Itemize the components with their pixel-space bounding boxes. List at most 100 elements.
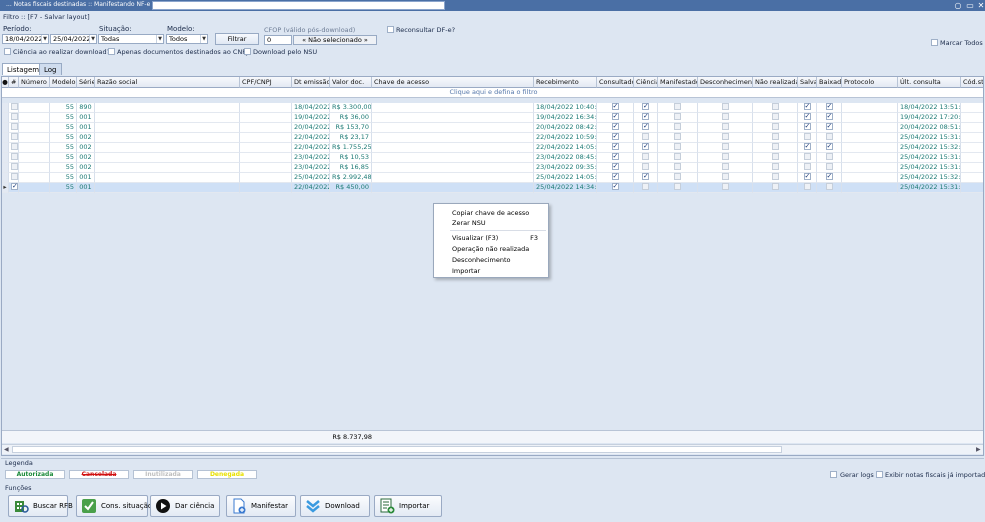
exibir-importadas-checkbox[interactable] [876, 471, 883, 480]
col-numero[interactable]: Número [19, 77, 50, 88]
cell-nao_realizada-checkbox[interactable] [771, 103, 779, 110]
cell-consultado-checkbox[interactable] [611, 153, 619, 161]
table-row[interactable]: 55 002 23/04/2022 R$ 10,53 23/04/2022 08:45:… [2, 153, 983, 163]
cell-ciencia-checkbox[interactable] [642, 183, 649, 190]
cell-ciencia-checkbox[interactable] [642, 123, 649, 131]
cell-ciencia-checkbox[interactable] [642, 103, 649, 111]
row-select-checkbox[interactable] [11, 133, 18, 140]
cell-desconhecimento-checkbox[interactable] [721, 133, 729, 140]
cell-consultado-checkbox[interactable] [611, 123, 619, 131]
cell-baixado-checkbox[interactable] [825, 153, 833, 160]
scroll-left-icon[interactable]: ◀ [4, 446, 9, 453]
importar-button[interactable]: Importar [374, 495, 442, 517]
cell-manifestado-checkbox[interactable] [674, 133, 681, 140]
row-select-checkbox[interactable] [11, 103, 18, 110]
cell-manifestado-checkbox[interactable] [674, 103, 681, 110]
cell-ciencia-checkbox[interactable] [642, 133, 649, 140]
tab-listagem[interactable]: Listagem [2, 63, 45, 75]
cell-desconhecimento-checkbox[interactable] [721, 113, 729, 120]
date-from-input[interactable]: 18/04/2022 ▼ [2, 34, 49, 44]
cell-nao_realizada-checkbox[interactable] [771, 183, 779, 190]
table-row[interactable]: 55 002 22/04/2022 R$ 1.755,25 22/04/2022 14:… [2, 143, 983, 153]
cell-desconhecimento-checkbox[interactable] [721, 183, 729, 190]
cell-manifestado-checkbox[interactable] [674, 123, 681, 130]
col-baixado[interactable]: Baixado [817, 77, 842, 88]
cell-ciencia-checkbox[interactable] [642, 153, 649, 160]
col-razao[interactable]: Razão social [95, 77, 240, 88]
cfop-input[interactable]: 0 [264, 35, 292, 45]
close-icon[interactable]: ✕ [975, 0, 985, 11]
cell-baixado-checkbox[interactable] [825, 183, 833, 190]
cell-ciencia-checkbox[interactable] [642, 113, 649, 121]
cell-consultado-checkbox[interactable] [611, 143, 619, 151]
table-row[interactable]: 55 001 25/04/2022 R$ 2.992,48 25/04/2022 14:… [2, 173, 983, 183]
cell-salva-checkbox[interactable] [803, 123, 811, 131]
cell-consultado-checkbox[interactable] [611, 133, 619, 141]
cell-ciencia-checkbox[interactable] [642, 173, 649, 181]
cell-manifestado-checkbox[interactable] [674, 183, 681, 190]
menu-importar[interactable]: Importar [452, 267, 480, 275]
tab-log[interactable]: Log [39, 63, 62, 75]
cell-consultado-checkbox[interactable] [611, 113, 619, 121]
gerar-logs-checkbox[interactable] [830, 471, 837, 480]
ciencia-checkbox[interactable] [4, 48, 11, 57]
table-row[interactable]: ▸ 55001 22/04/2022R$ 450,00 25/04/2022 14:3… [2, 183, 983, 193]
cell-salva-checkbox[interactable] [803, 133, 811, 140]
cell-nao_realizada-checkbox[interactable] [771, 173, 779, 180]
col-valor[interactable]: Valor doc. [330, 77, 372, 88]
cons-situacao-button[interactable]: Cons. situação [76, 495, 152, 517]
cell-consultado-checkbox[interactable] [611, 173, 619, 181]
chave-input[interactable] [152, 1, 445, 10]
col-consultado[interactable]: Consultado [597, 77, 634, 88]
cell-manifestado-checkbox[interactable] [674, 153, 681, 160]
cell-manifestado-checkbox[interactable] [674, 163, 681, 170]
cell-manifestado-checkbox[interactable] [674, 113, 681, 120]
cell-ciencia-checkbox[interactable] [642, 163, 649, 170]
scroll-thumb[interactable] [12, 446, 782, 453]
row-select-checkbox[interactable] [11, 183, 18, 191]
col-serie[interactable]: Série [77, 77, 95, 88]
reconsultar-checkbox[interactable] [387, 26, 394, 35]
manifestar-button[interactable]: Manifestar [226, 495, 296, 517]
modelo-select[interactable]: Todos ▼ [166, 34, 208, 44]
table-row[interactable]: 55 001 19/04/2022 R$ 36,00 19/04/2022 16:34:… [2, 113, 983, 123]
col-nao-realizada[interactable]: Não realizada [753, 77, 798, 88]
cell-baixado-checkbox[interactable] [825, 163, 833, 170]
cell-nao_realizada-checkbox[interactable] [771, 123, 779, 130]
cell-nao_realizada-checkbox[interactable] [771, 133, 779, 140]
table-row[interactable]: 55 002 23/04/2022 R$ 16,85 23/04/2022 09:35:… [2, 163, 983, 173]
cell-baixado-checkbox[interactable] [825, 173, 833, 181]
cell-baixado-checkbox[interactable] [825, 113, 833, 121]
marcar-todos-checkbox[interactable] [931, 39, 938, 48]
menu-desconhecimento[interactable]: Desconhecimento [452, 256, 511, 264]
menu-copiar-chave[interactable]: Copiar chave de acesso [452, 209, 529, 217]
cell-manifestado-checkbox[interactable] [674, 143, 681, 150]
cell-nao_realizada-checkbox[interactable] [771, 153, 779, 160]
download-button[interactable]: Download [300, 495, 370, 517]
horizontal-scrollbar[interactable]: ◀ ▶ [2, 444, 983, 454]
menu-operacao-nao-realizada[interactable]: Operação não realizada [452, 245, 529, 253]
cell-ciencia-checkbox[interactable] [642, 143, 649, 151]
cell-salva-checkbox[interactable] [803, 153, 811, 160]
table-row[interactable]: 55 001 20/04/2022 R$ 153,70 20/04/2022 08:42… [2, 123, 983, 133]
cell-salva-checkbox[interactable] [803, 143, 811, 151]
col-salva[interactable]: Salva [798, 77, 817, 88]
cell-salva-checkbox[interactable] [803, 163, 811, 170]
cell-desconhecimento-checkbox[interactable] [721, 143, 729, 150]
cell-consultado-checkbox[interactable] [611, 163, 619, 171]
cell-desconhecimento-checkbox[interactable] [721, 123, 729, 130]
row-select-checkbox[interactable] [11, 113, 18, 120]
cell-consultado-checkbox[interactable] [611, 103, 619, 111]
col-modelo[interactable]: Modelo [50, 77, 77, 88]
row-select-checkbox[interactable] [11, 153, 18, 160]
cell-salva-checkbox[interactable] [803, 103, 811, 111]
cell-nao_realizada-checkbox[interactable] [771, 163, 779, 170]
row-select-checkbox[interactable] [11, 123, 18, 130]
row-select-checkbox[interactable] [11, 163, 18, 170]
cell-salva-checkbox[interactable] [803, 173, 811, 181]
table-row[interactable]: 55 890 18/04/2022 R$ 3.300,00 18/04/2022 10:… [2, 103, 983, 113]
minimize-icon[interactable]: ○ [952, 0, 964, 11]
col-chave[interactable]: Chave de acesso [372, 77, 534, 88]
col-cpfcnpj[interactable]: CPF/CNPJ [240, 77, 292, 88]
col-desconhecimento[interactable]: Desconhecimento [698, 77, 753, 88]
